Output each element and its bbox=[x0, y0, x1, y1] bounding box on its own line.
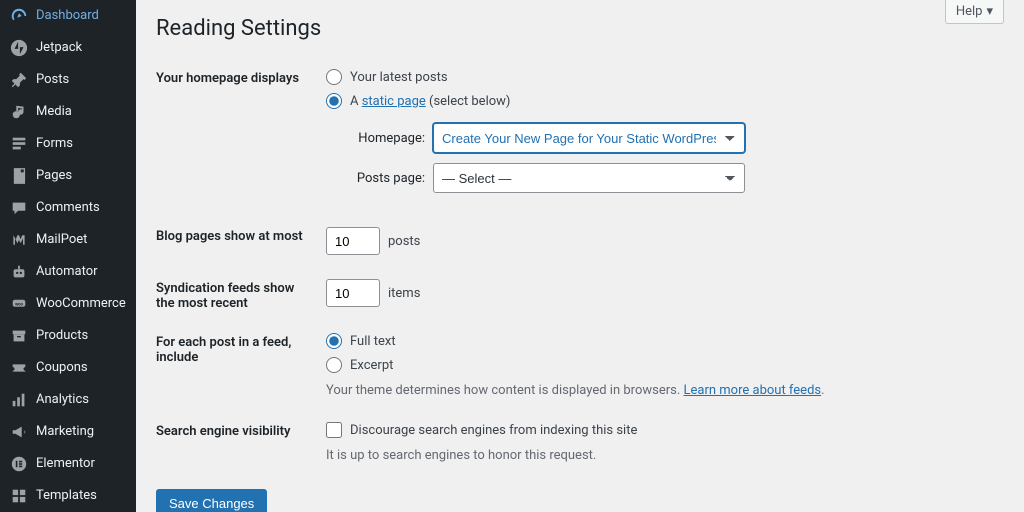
page-title: Reading Settings bbox=[156, 16, 1004, 41]
sidebar-item-label: Posts bbox=[36, 72, 69, 88]
ticket-icon bbox=[10, 359, 28, 377]
bars-icon bbox=[10, 391, 28, 409]
templates-icon bbox=[10, 487, 28, 505]
megaphone-icon bbox=[10, 423, 28, 441]
sidebar-item-comments[interactable]: Comments bbox=[0, 192, 136, 224]
radio-full-text[interactable] bbox=[326, 333, 342, 349]
sidebar-item-label: MailPoet bbox=[36, 232, 87, 248]
page-icon bbox=[10, 167, 28, 185]
postspage-select[interactable]: — Select — bbox=[433, 163, 745, 193]
sidebar-item-automator[interactable]: Automator bbox=[0, 256, 136, 288]
jetpack-icon bbox=[10, 39, 28, 57]
radio-static-page[interactable] bbox=[326, 93, 342, 109]
feed-include-heading: For each post in a feed, include bbox=[156, 323, 326, 412]
radio-latest-posts-label: Your latest posts bbox=[350, 70, 448, 85]
gauge-icon bbox=[10, 7, 28, 25]
sidebar-item-elementor[interactable]: Elementor bbox=[0, 448, 136, 480]
elementor-icon bbox=[10, 455, 28, 473]
comment-icon bbox=[10, 199, 28, 217]
sidebar-item-label: Comments bbox=[36, 200, 100, 216]
app-root: Dashboard Jetpack Posts Media Forms Page… bbox=[0, 0, 1024, 512]
radio-full-text-label: Full text bbox=[350, 334, 396, 349]
svg-text:woo: woo bbox=[15, 302, 23, 307]
pin-icon bbox=[10, 71, 28, 89]
forms-icon bbox=[10, 135, 28, 153]
postspage-select-label: Posts page: bbox=[350, 171, 425, 186]
homepage-select[interactable]: Create Your New Page for Your Static Wor… bbox=[433, 123, 745, 153]
sidebar-item-label: Elementor bbox=[36, 456, 95, 472]
homepage-select-label: Homepage: bbox=[350, 131, 425, 146]
radio-excerpt[interactable] bbox=[326, 357, 342, 373]
sidebar-item-marketing[interactable]: Marketing bbox=[0, 416, 136, 448]
discourage-search-checkbox[interactable] bbox=[326, 422, 342, 438]
syndication-unit: items bbox=[388, 286, 420, 301]
static-page-link[interactable]: static page bbox=[362, 94, 426, 109]
chevron-down-icon: ▾ bbox=[986, 4, 993, 19]
sidebar-item-label: Dashboard bbox=[36, 8, 99, 24]
sidebar-item-coupons[interactable]: Coupons bbox=[0, 352, 136, 384]
sidebar-item-label: Coupons bbox=[36, 360, 88, 376]
sidebar-item-label: Templates bbox=[36, 488, 97, 504]
sidebar-item-jetpack[interactable]: Jetpack bbox=[0, 32, 136, 64]
sidebar-item-label: Forms bbox=[36, 136, 73, 152]
blog-pages-input[interactable] bbox=[326, 227, 380, 255]
homepage-displays-heading: Your homepage displays bbox=[156, 59, 326, 217]
syndication-heading: Syndication feeds show the most recent bbox=[156, 269, 326, 323]
radio-excerpt-label: Excerpt bbox=[350, 358, 393, 373]
media-icon bbox=[10, 103, 28, 121]
woo-icon: woo bbox=[10, 295, 28, 313]
main-content: Help ▾ Reading Settings Your homepage di… bbox=[136, 0, 1024, 512]
syndication-input[interactable] bbox=[326, 279, 380, 307]
radio-static-page-label: A static page (select below) bbox=[350, 94, 510, 109]
sidebar-item-posts[interactable]: Posts bbox=[0, 64, 136, 96]
sidebar-item-products[interactable]: Products bbox=[0, 320, 136, 352]
settings-form: Your homepage displays Your latest posts… bbox=[156, 59, 1004, 477]
discourage-search-label: Discourage search engines from indexing … bbox=[350, 423, 637, 438]
help-label: Help bbox=[956, 4, 983, 19]
sidebar-item-dashboard[interactable]: Dashboard bbox=[0, 0, 136, 32]
radio-latest-posts[interactable] bbox=[326, 69, 342, 85]
sidebar-item-label: Analytics bbox=[36, 392, 89, 408]
sidebar-item-pages[interactable]: Pages bbox=[0, 160, 136, 192]
sidebar-item-woocommerce[interactable]: woo WooCommerce bbox=[0, 288, 136, 320]
sidebar-item-label: WooCommerce bbox=[36, 296, 126, 312]
sidebar-item-label: Automator bbox=[36, 264, 98, 280]
blog-pages-heading: Blog pages show at most bbox=[156, 217, 326, 269]
sidebar-item-label: Media bbox=[36, 104, 72, 120]
sidebar-item-label: Marketing bbox=[36, 424, 94, 440]
learn-more-feeds-link[interactable]: Learn more about feeds bbox=[684, 383, 822, 398]
sidebar-item-media[interactable]: Media bbox=[0, 96, 136, 128]
sidebar-item-forms[interactable]: Forms bbox=[0, 128, 136, 160]
sidebar-item-templates[interactable]: Templates bbox=[0, 480, 136, 512]
search-visibility-desc: It is up to search engines to honor this… bbox=[326, 448, 1004, 463]
sidebar-item-label: Jetpack bbox=[36, 40, 82, 56]
save-changes-button[interactable]: Save Changes bbox=[156, 489, 267, 512]
help-tab[interactable]: Help ▾ bbox=[945, 0, 1004, 24]
sidebar-item-analytics[interactable]: Analytics bbox=[0, 384, 136, 416]
robot-icon bbox=[10, 263, 28, 281]
mailpoet-icon bbox=[10, 231, 28, 249]
archive-icon bbox=[10, 327, 28, 345]
sidebar-item-label: Products bbox=[36, 328, 88, 344]
blog-pages-unit: posts bbox=[388, 234, 420, 249]
sidebar-item-label: Pages bbox=[36, 168, 72, 184]
admin-sidebar: Dashboard Jetpack Posts Media Forms Page… bbox=[0, 0, 136, 512]
search-visibility-heading: Search engine visibility bbox=[156, 412, 326, 477]
sidebar-item-mailpoet[interactable]: MailPoet bbox=[0, 224, 136, 256]
feed-desc: Your theme determines how content is dis… bbox=[326, 383, 1004, 398]
